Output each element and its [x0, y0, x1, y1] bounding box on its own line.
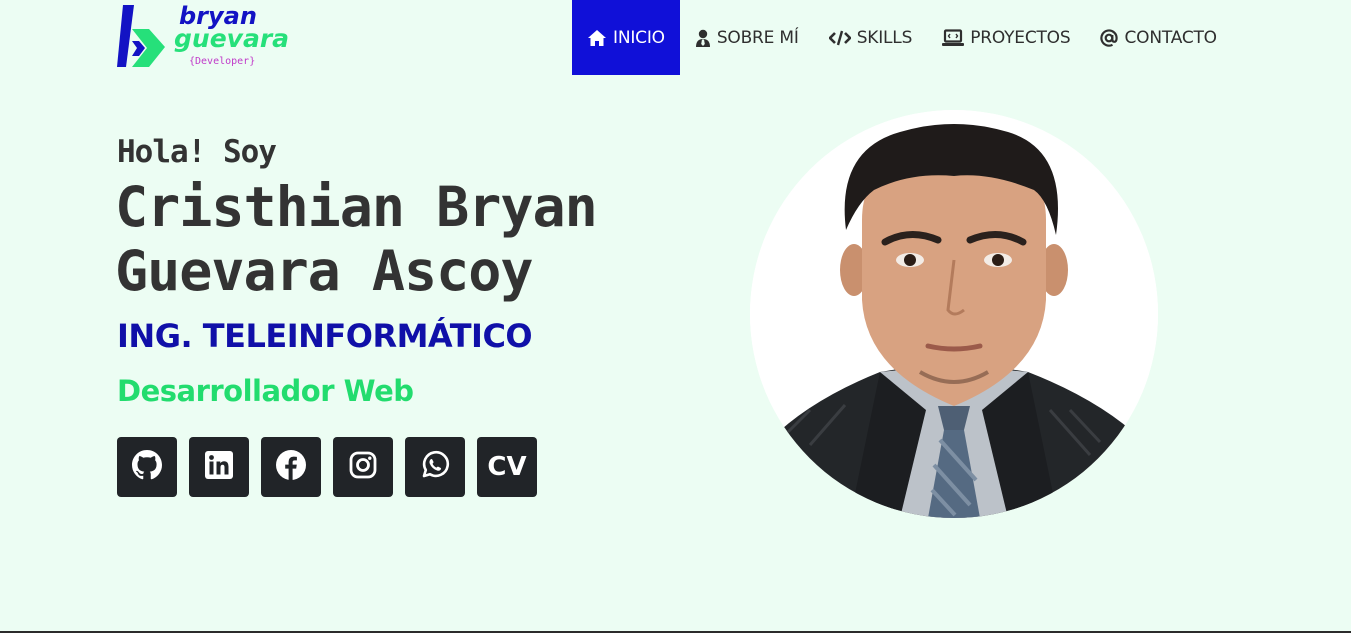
name-line-2: Guevara Ascoy	[115, 239, 533, 303]
nav-sobre-mi[interactable]: SOBRE MÍ	[680, 0, 814, 75]
name-line-1: Cristhian Bryan	[115, 175, 598, 239]
site-logo[interactable]: bryan guevara {Developer}	[117, 4, 297, 70]
job-subtitle: Desarrollador Web	[117, 374, 414, 408]
nav-sobre-mi-label: SOBRE MÍ	[716, 27, 799, 48]
nav-inicio-label: INICIO	[613, 27, 665, 48]
logo-subtitle: {Developer}	[189, 56, 256, 67]
instagram-icon	[349, 451, 377, 483]
user-tie-icon	[695, 29, 711, 47]
nav-proyectos[interactable]: PROYECTOS	[927, 0, 1085, 75]
social-links: CV	[117, 437, 537, 497]
nav-skills[interactable]: SKILLS	[814, 0, 928, 75]
nav-inicio[interactable]: INICIO	[572, 0, 680, 75]
facebook-icon	[276, 450, 306, 484]
linkedin-button[interactable]	[189, 437, 249, 497]
laptop-code-icon	[942, 28, 965, 47]
nav-proyectos-label: PROYECTOS	[970, 27, 1071, 48]
cv-button[interactable]: CV	[477, 437, 537, 497]
main-nav: INICIO SOBRE MÍ SKILLS PROYECTOS CONTACT…	[572, 0, 1232, 75]
profile-photo	[750, 110, 1158, 518]
github-button[interactable]	[117, 437, 177, 497]
github-icon	[132, 450, 162, 484]
nav-contacto[interactable]: CONTACTO	[1085, 0, 1231, 75]
home-icon	[587, 29, 607, 47]
nav-contacto-label: CONTACTO	[1124, 27, 1217, 48]
cv-label: CV	[487, 452, 527, 482]
greeting: Hola! Soy	[117, 134, 277, 170]
nav-skills-label: SKILLS	[856, 27, 913, 48]
logo-mark-icon	[117, 5, 165, 67]
job-title: ING. TELEINFORMÁTICO	[117, 317, 533, 355]
instagram-button[interactable]	[333, 437, 393, 497]
at-icon	[1100, 28, 1119, 47]
whatsapp-icon	[420, 450, 450, 484]
code-icon	[828, 30, 851, 46]
full-name: Cristhian Bryan Guevara Ascoy	[115, 175, 675, 303]
logo-word-guevara: guevara	[174, 24, 290, 53]
facebook-button[interactable]	[261, 437, 321, 497]
whatsapp-button[interactable]	[405, 437, 465, 497]
linkedin-icon	[205, 451, 233, 483]
